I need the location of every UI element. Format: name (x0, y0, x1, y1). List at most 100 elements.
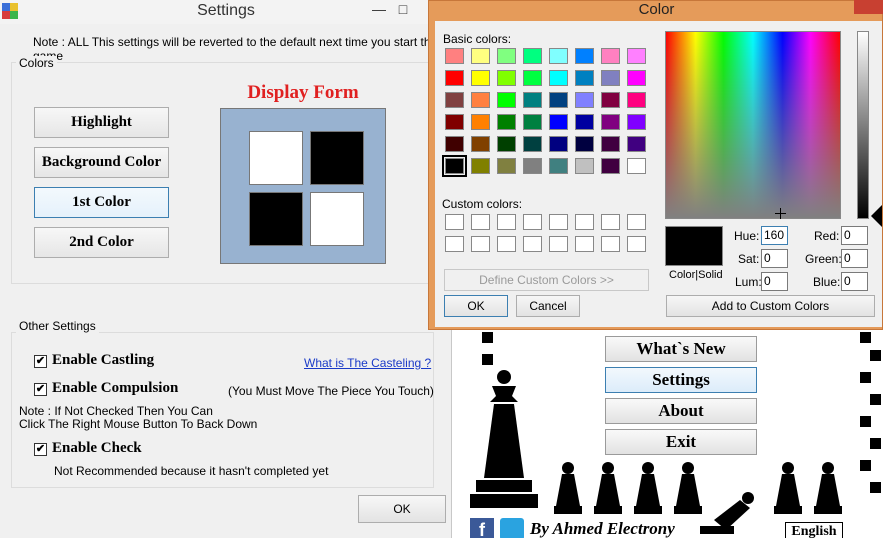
basic-color-swatch[interactable] (549, 92, 568, 108)
hue-input[interactable]: 160 (761, 226, 788, 245)
blue-input[interactable]: 0 (841, 272, 868, 291)
settings-menu-button[interactable]: Settings (605, 367, 757, 393)
castling-help-link[interactable]: What is The Casteling ? (304, 356, 431, 370)
basic-color-swatch[interactable] (497, 158, 516, 174)
basic-color-swatch[interactable] (627, 70, 646, 86)
basic-color-swatch[interactable] (601, 114, 620, 130)
basic-color-swatch[interactable] (497, 70, 516, 86)
basic-color-swatch[interactable] (627, 48, 646, 64)
custom-color-swatch[interactable] (471, 214, 490, 230)
custom-color-swatch[interactable] (445, 214, 464, 230)
language-select[interactable]: English (785, 522, 843, 538)
custom-color-swatch[interactable] (445, 236, 464, 252)
basic-color-swatch[interactable] (601, 48, 620, 64)
basic-color-swatch[interactable] (575, 48, 594, 64)
custom-color-swatch[interactable] (601, 236, 620, 252)
castling-label[interactable]: Enable Castling (52, 352, 154, 369)
basic-color-swatch[interactable] (601, 158, 620, 174)
lum-input[interactable]: 0 (761, 272, 788, 291)
whats-new-button[interactable]: What`s New (605, 336, 757, 362)
basic-color-swatch[interactable] (523, 92, 542, 108)
basic-color-swatch[interactable] (627, 114, 646, 130)
custom-color-swatch[interactable] (471, 236, 490, 252)
basic-color-swatch[interactable] (575, 92, 594, 108)
settings-ok-button[interactable]: OK (358, 495, 446, 523)
compulsion-label[interactable]: Enable Compulsion (52, 380, 178, 397)
basic-color-swatch[interactable] (445, 136, 464, 152)
basic-color-swatch[interactable] (497, 92, 516, 108)
basic-color-swatch[interactable] (471, 92, 490, 108)
basic-color-swatch[interactable] (549, 114, 568, 130)
basic-color-swatch[interactable] (575, 158, 594, 174)
exit-button[interactable]: Exit (605, 429, 757, 455)
red-input[interactable]: 0 (841, 226, 868, 245)
first-color-button[interactable]: 1st Color (34, 187, 169, 218)
basic-color-swatch[interactable] (627, 136, 646, 152)
twitter-icon[interactable] (500, 518, 524, 538)
custom-color-swatch[interactable] (523, 236, 542, 252)
basic-color-swatch[interactable] (549, 70, 568, 86)
about-button[interactable]: About (605, 398, 757, 424)
basic-color-swatch[interactable] (445, 92, 464, 108)
basic-color-swatch[interactable] (442, 155, 467, 177)
check-checkbox[interactable]: ✔ (34, 443, 47, 456)
basic-color-swatch[interactable] (497, 114, 516, 130)
basic-color-swatch[interactable] (471, 48, 490, 64)
color-ok-button[interactable]: OK (444, 295, 508, 317)
basic-color-swatch[interactable] (523, 114, 542, 130)
basic-color-swatch[interactable] (471, 158, 490, 174)
basic-color-swatch[interactable] (627, 92, 646, 108)
basic-color-swatch[interactable] (549, 136, 568, 152)
basic-color-swatch[interactable] (471, 136, 490, 152)
basic-color-swatch[interactable] (471, 70, 490, 86)
custom-color-swatch[interactable] (627, 214, 646, 230)
custom-color-swatch[interactable] (523, 214, 542, 230)
custom-color-swatch[interactable] (627, 236, 646, 252)
custom-color-swatch[interactable] (549, 236, 568, 252)
basic-color-swatch[interactable] (445, 70, 464, 86)
basic-color-swatch[interactable] (549, 48, 568, 64)
compulsion-checkbox[interactable]: ✔ (34, 383, 47, 396)
custom-color-swatch[interactable] (575, 214, 594, 230)
custom-color-swatch[interactable] (601, 214, 620, 230)
basic-color-swatch[interactable] (601, 92, 620, 108)
basic-colors-label: Basic colors: (443, 32, 512, 46)
basic-color-swatch[interactable] (523, 136, 542, 152)
close-icon[interactable] (854, 0, 883, 14)
custom-color-swatch[interactable] (497, 236, 516, 252)
custom-color-swatch[interactable] (497, 214, 516, 230)
color-spectrum[interactable] (665, 31, 841, 219)
custom-color-swatch[interactable] (575, 236, 594, 252)
basic-color-swatch[interactable] (471, 114, 490, 130)
basic-color-swatch[interactable] (445, 114, 464, 130)
define-custom-colors-button[interactable]: Define Custom Colors >> (444, 269, 649, 291)
basic-color-swatch[interactable] (627, 158, 646, 174)
basic-color-swatch[interactable] (575, 70, 594, 86)
facebook-icon[interactable]: f (470, 518, 494, 538)
second-color-button[interactable]: 2nd Color (34, 227, 169, 258)
luminosity-arrow-icon[interactable] (871, 205, 882, 227)
maximize-icon[interactable]: □ (390, 0, 416, 20)
basic-color-swatch[interactable] (523, 48, 542, 64)
basic-color-swatch[interactable] (445, 48, 464, 64)
basic-color-swatch[interactable] (549, 158, 568, 174)
sat-input[interactable]: 0 (761, 249, 788, 268)
add-to-custom-colors-button[interactable]: Add to Custom Colors (666, 295, 875, 317)
green-input[interactable]: 0 (841, 249, 868, 268)
custom-color-swatch[interactable] (549, 214, 568, 230)
basic-color-swatch[interactable] (497, 136, 516, 152)
basic-color-swatch[interactable] (601, 70, 620, 86)
basic-color-swatch[interactable] (575, 136, 594, 152)
color-cancel-button[interactable]: Cancel (516, 295, 580, 317)
basic-color-swatch[interactable] (601, 136, 620, 152)
castling-checkbox[interactable]: ✔ (34, 355, 47, 368)
basic-color-swatch[interactable] (523, 158, 542, 174)
basic-color-swatch[interactable] (523, 70, 542, 86)
background-color-button[interactable]: Background Color (34, 147, 169, 178)
luminosity-slider[interactable] (857, 31, 869, 219)
basic-color-swatch[interactable] (575, 114, 594, 130)
minimize-icon[interactable]: — (366, 0, 392, 20)
check-label[interactable]: Enable Check (52, 440, 142, 457)
basic-color-swatch[interactable] (497, 48, 516, 64)
highlight-button[interactable]: Highlight (34, 107, 169, 138)
